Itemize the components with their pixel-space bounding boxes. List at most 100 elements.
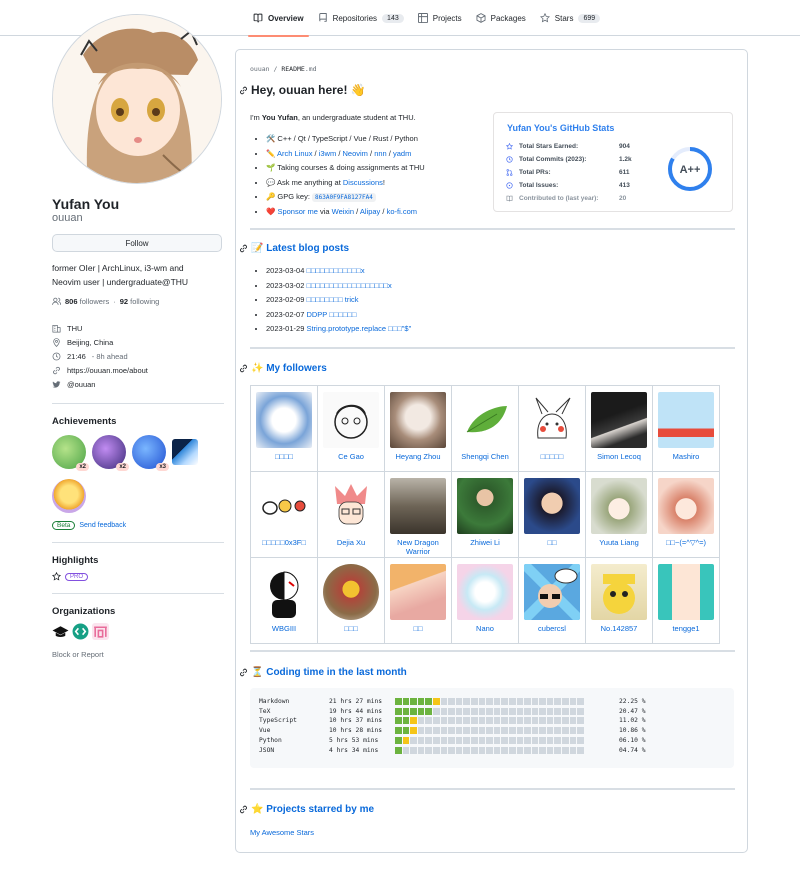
achievements-heading: Achievements [52,416,117,427]
pink-grid-org-icon[interactable] [92,623,109,640]
follower-cell[interactable]: Dejia Xu [317,471,385,558]
follower-cell[interactable]: Shengqi Chen [451,385,519,472]
follower-cell[interactable]: □□□□ [250,385,318,472]
follower-cell[interactable]: □□□□□ [518,385,586,472]
follower-name: □□ [413,624,423,633]
table-row: □□□□□0x3F□ Dejia Xu New Dragon Warrior Z… [250,471,720,558]
follow-button[interactable]: Follow [52,234,222,252]
link-icon[interactable] [239,86,248,95]
bio-line: Neovim user | undergraduate@THU [52,276,189,287]
pull-shark-icon[interactable]: x3 [132,435,169,471]
pro-badge: PRO [65,572,89,581]
follower-name: □□ [547,538,557,547]
starred-heading: ⭐ Projects starred by me [239,804,374,815]
follower-cell[interactable]: □□ [384,557,452,644]
intro-paragraph: I'm You Yufan, an undergraduate student … [250,113,416,122]
table-icon [417,13,428,23]
follower-cell[interactable]: □□~(=^▽^=) [652,471,720,558]
galaxy-brain-icon[interactable]: x2 [92,435,129,471]
follower-cell[interactable]: □□□ [317,557,385,644]
tab-packages[interactable]: Packages [469,0,533,36]
follower-cell[interactable]: No.142857 [585,557,653,644]
tab-overview[interactable]: Overview [246,0,311,37]
nnn-link[interactable]: nnn [374,149,387,158]
follower-cell[interactable]: Simon Lecoq [585,385,653,472]
pair-extraordinaire-icon[interactable]: x2 [52,435,89,471]
follower-cell[interactable]: □□ [518,471,586,558]
coding-percent: 06.10 % [619,736,646,744]
follower-cell[interactable]: □□□□□0x3F□ [250,471,318,558]
ask-text: 💬 Ask me anything at [266,177,343,187]
discussions-link[interactable]: Discussions [343,178,383,187]
coding-language: JSON [259,746,275,754]
follower-cell[interactable]: Ce Gao [317,385,385,472]
follower-name: □□□□ [274,452,294,461]
weixin-link[interactable]: Weixin [332,207,354,216]
heart-emoji: ❤️ [266,206,276,216]
block-or-report-link[interactable]: Block or Report [52,650,224,659]
link-icon[interactable] [239,364,248,373]
awesome-stars-link[interactable]: My Awesome Stars [250,828,314,837]
stat-label: Total Commits (2023): [519,155,587,163]
list-item: ❤️ Sponsor me via Weixin / Alipay / ko-f… [266,205,425,220]
github-stats-card[interactable]: Yufan You's GitHub Stats Total Stars Ear… [493,112,733,212]
time-offset: - 8h ahead [91,351,128,361]
coding-percent: 22.25 % [619,698,646,705]
tab-stars[interactable]: Stars 699 [533,0,607,36]
tab-projects-label: Projects [432,13,462,23]
repositories-count: 143 [382,13,404,23]
arch-linux-link[interactable]: Arch Linux [277,149,312,158]
link-icon[interactable] [239,244,248,253]
gpg-key-link[interactable]: 863A0F9FA8127FA4 [312,193,376,202]
post-link[interactable]: DDPP □□□□□□ [306,310,356,319]
post-link[interactable]: □□□□□□□□□□□□□□□□□□x [306,281,391,290]
post-link[interactable]: String.prototype.replace □□□"$" [306,324,411,333]
breadcrumb-user[interactable]: ouuan [250,65,270,73]
following-link[interactable]: 92 following [120,297,160,306]
follower-cell[interactable]: Heyang Zhou [384,385,452,472]
follower-cell[interactable]: WBGIII [250,557,318,644]
arctic-code-vault-icon[interactable] [172,439,198,465]
divider [52,403,224,404]
coding-bar [395,746,609,754]
link-icon[interactable] [239,668,248,677]
followers-link[interactable]: 806 followers [65,297,109,306]
coding-bar [395,707,609,715]
graduation-cap-org-icon[interactable] [52,623,69,640]
intro-post: , an undergraduate student at THU. [297,113,416,122]
follower-cell[interactable]: Yuuta Liang [585,471,653,558]
alipay-link[interactable]: Alipay [360,207,380,216]
post-link[interactable]: □□□□□□□□□□□□x [306,266,364,275]
tab-repositories[interactable]: Repositories 143 [311,0,411,36]
blog-title[interactable]: 📝 Latest blog posts [251,243,349,254]
coding-row: Vue 10 hrs 28 mins 10.86 % [259,726,646,735]
coding-title[interactable]: ⏳ Coding time in the last month [251,667,407,678]
stars-count: 699 [578,13,601,23]
starred-title[interactable]: ⭐ Projects starred by me [251,804,374,815]
link-icon[interactable] [239,805,248,814]
tab-projects[interactable]: Projects [411,0,469,36]
yadm-link[interactable]: yadm [393,149,411,158]
follower-cell[interactable]: Zhiwei Li [451,471,519,558]
post-link[interactable]: □□□□□□□□ trick [306,295,358,304]
kofi-link[interactable]: ko-fi.com [387,207,417,216]
follower-cell[interactable]: cubercsl [518,557,586,644]
list-item: 🔑 GPG key: 863A0F9FA8127FA4 [266,190,425,205]
stat-value: 20 [619,194,627,202]
code-org-icon[interactable] [72,623,89,640]
quickdraw-icon[interactable] [52,479,86,513]
follower-cell[interactable]: New Dragon Warrior [384,471,452,558]
followers-title[interactable]: ✨ My followers [251,363,327,374]
coding-row: TypeScript 10 hrs 37 mins 11.02 % [259,716,646,725]
website-link[interactable]: https://ouuan.moe/about [67,366,148,375]
twitter-link[interactable]: @ouuan [67,380,95,389]
sponsor-link[interactable]: Sponsor me [277,207,317,216]
follower-avatar [524,478,580,534]
neovim-link[interactable]: Neovim [343,149,368,158]
send-feedback-link[interactable]: Send feedback [79,522,126,529]
avatar[interactable] [52,14,222,184]
i3wm-link[interactable]: i3wm [319,149,337,158]
follower-cell[interactable]: Nano [451,557,519,644]
follower-cell[interactable]: tengge1 [652,557,720,644]
follower-cell[interactable]: Mashiro [652,385,720,472]
